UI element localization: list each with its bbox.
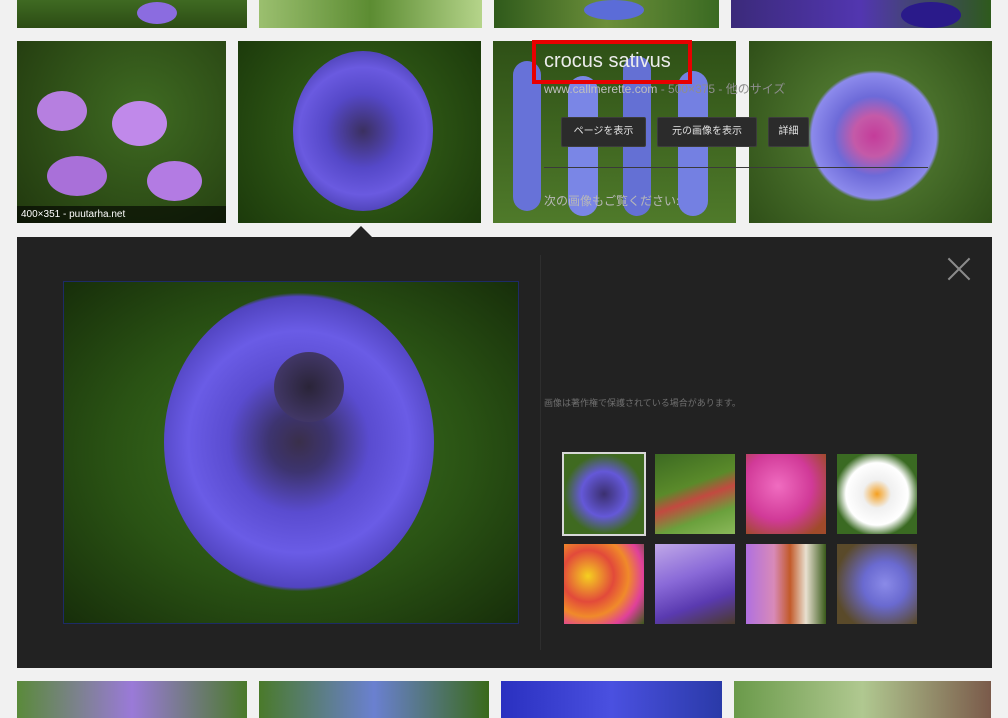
thumb-image (501, 681, 722, 718)
thumb-image (655, 544, 735, 624)
flower-shape (112, 101, 167, 146)
preview-flower-center (274, 352, 344, 422)
size-info: - 500×375 - 他のサイズ (657, 82, 786, 96)
panel-separator (544, 167, 928, 168)
result-thumb-bottom-1[interactable] (17, 681, 247, 718)
flower-shape (584, 0, 644, 20)
preview-flower-head (164, 292, 434, 592)
thumb-image (259, 681, 489, 718)
preview-pointer (350, 226, 372, 237)
result-thumb-bottom-2[interactable] (259, 681, 489, 718)
thumb-image (17, 681, 247, 718)
thumb-image (17, 0, 247, 28)
thumb-image (837, 454, 917, 534)
close-icon[interactable] (947, 257, 971, 281)
panel-divider (540, 255, 541, 650)
result-thumb-bottom-3[interactable] (501, 681, 722, 718)
thumb-image (746, 544, 826, 624)
related-image-thumb[interactable] (837, 454, 917, 534)
view-page-button[interactable]: ページを表示 (561, 117, 646, 147)
related-image-thumb[interactable] (837, 544, 917, 624)
related-image-thumb[interactable] (655, 544, 735, 624)
image-title: crocus sativus (544, 50, 671, 72)
flower-shape (137, 2, 177, 24)
thumb-image (734, 681, 991, 718)
result-thumb-phlox[interactable]: 400×351 - puutarha.net (17, 41, 226, 223)
flower-shape (147, 161, 202, 201)
flower-shape (293, 51, 433, 211)
thumb-image (564, 454, 644, 534)
thumb-image (259, 0, 482, 28)
view-original-image-button[interactable]: 元の画像を表示 (657, 117, 757, 147)
copyright-notice: 画像は著作権で保護されている場合があります。 (544, 398, 741, 408)
related-image-thumb[interactable] (564, 544, 644, 624)
source-site-link[interactable]: www.callmerette.com (544, 82, 657, 96)
flower-shape (47, 156, 107, 196)
result-thumb-scilla-selected[interactable] (238, 41, 481, 223)
related-image-thumb[interactable] (746, 544, 826, 624)
preview-image[interactable] (63, 281, 519, 624)
thumb-image (746, 454, 826, 534)
result-thumb-top-1[interactable] (17, 0, 247, 28)
thumb-image (655, 454, 735, 534)
related-images-label: 次の画像もご覧ください: (544, 194, 680, 208)
result-thumb-top-3[interactable] (494, 0, 719, 28)
result-thumb-bottom-4[interactable] (734, 681, 991, 718)
related-image-thumb[interactable] (655, 454, 735, 534)
image-meta: www.callmerette.com - 500×375 - 他のサイズ (544, 80, 785, 97)
flower-shape (37, 91, 87, 131)
flower-shape (789, 61, 959, 211)
related-image-thumb[interactable] (562, 452, 646, 536)
thumb-image (837, 544, 917, 624)
result-thumb-top-2[interactable] (259, 0, 482, 28)
details-button[interactable]: 詳細 (768, 117, 809, 147)
thumb-image (564, 544, 644, 624)
flower-shape (901, 2, 961, 28)
image-caption: 400×351 - puutarha.net (17, 206, 226, 223)
result-thumb-top-4[interactable] (731, 0, 991, 28)
related-image-thumb[interactable] (746, 454, 826, 534)
